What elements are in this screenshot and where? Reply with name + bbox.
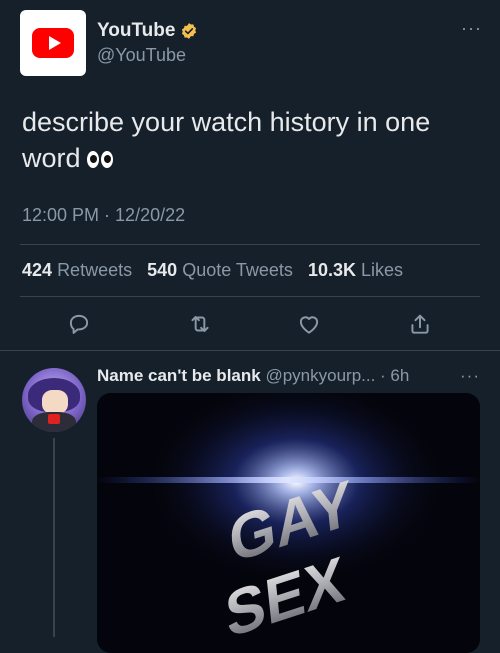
tweet-timestamp[interactable]: 12:00 PM · 12/20/22	[22, 205, 185, 226]
reply-media-image[interactable]: GAY SEX	[97, 393, 480, 653]
reply-avatar[interactable]	[22, 368, 86, 432]
more-options-icon[interactable]: ···	[461, 18, 482, 39]
divider	[20, 296, 480, 297]
tweet-stats: 424 Retweets 540 Quote Tweets 10.3K Like…	[22, 260, 403, 281]
reply-more-options-icon[interactable]: ···	[460, 366, 480, 386]
reply-header: Name can't be blank @pynkyourp... · 6h	[97, 366, 409, 386]
quote-tweets-stat[interactable]: 540 Quote Tweets	[147, 260, 293, 280]
retweets-stat[interactable]: 424 Retweets	[22, 260, 132, 280]
section-divider	[0, 350, 500, 351]
media-graphic: GAY SEX	[97, 393, 480, 653]
tweet-actions	[0, 305, 500, 345]
share-icon[interactable]	[407, 311, 433, 337]
youtube-avatar[interactable]	[20, 10, 86, 76]
author-display-name[interactable]: YouTube	[97, 20, 175, 42]
reply-handle-time[interactable]: @pynkyourp... · 6h	[265, 366, 409, 385]
reply-display-name[interactable]: Name can't be blank	[97, 366, 261, 385]
youtube-logo-icon	[32, 28, 74, 58]
thread-line	[53, 438, 55, 637]
eyes-emoji-icon	[86, 151, 113, 169]
reply-icon[interactable]	[66, 311, 92, 337]
divider	[20, 244, 480, 245]
likes-stat[interactable]: 10.3K Likes	[308, 260, 403, 280]
tweet-body: describe your watch history in one word	[22, 104, 472, 176]
tweet-text: describe your watch history in one word	[22, 107, 431, 173]
author-handle[interactable]: @YouTube	[97, 45, 186, 66]
author-name-row: YouTube	[97, 20, 198, 42]
retweet-icon[interactable]	[187, 311, 213, 337]
like-icon[interactable]	[296, 311, 322, 337]
verified-badge-icon	[182, 23, 197, 39]
